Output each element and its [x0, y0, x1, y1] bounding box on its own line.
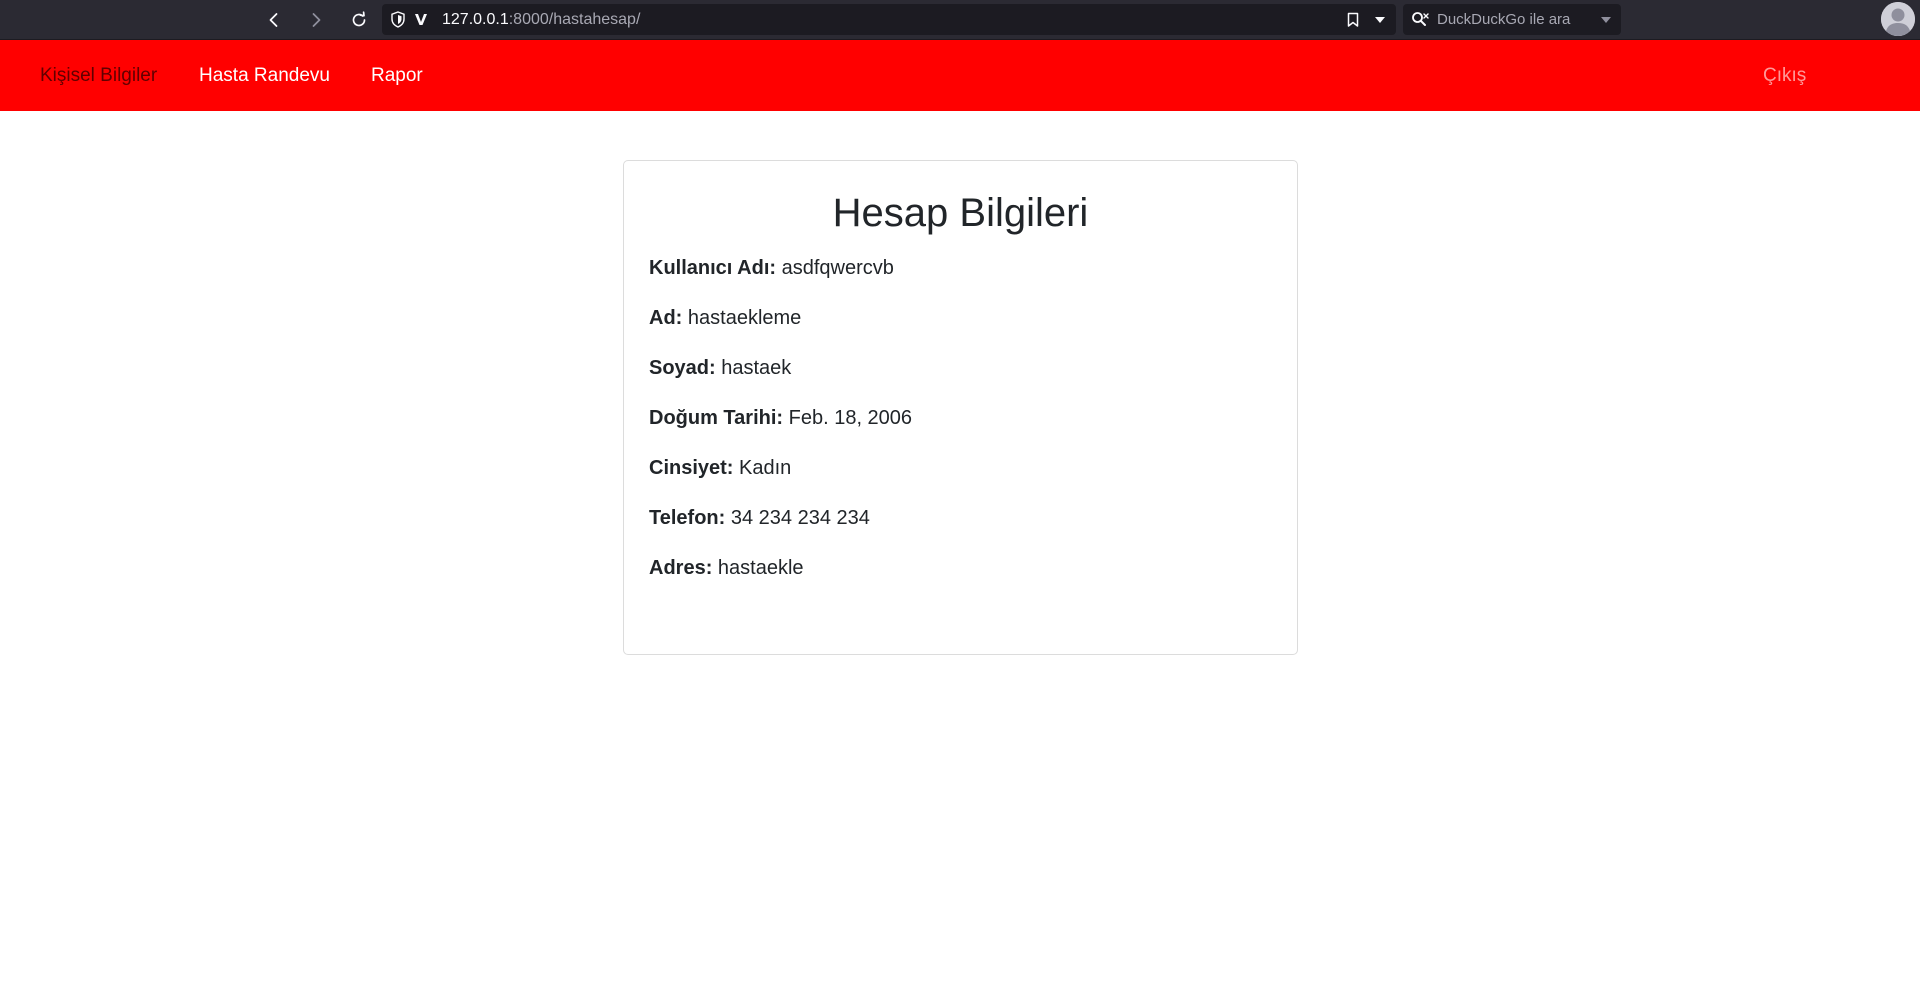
field-label: Ad:: [649, 307, 683, 329]
field-label: Soyad:: [649, 357, 716, 379]
dropdown-arrow-icon[interactable]: [1374, 16, 1386, 24]
field-address: Adres: hastaekle: [649, 555, 804, 581]
url-text[interactable]: 127.0.0.1:8000/hastahesap/: [442, 4, 640, 35]
field-username: Kullanıcı Adı: asdfqwercvb: [649, 255, 894, 281]
field-label: Telefon:: [649, 507, 726, 529]
site-navbar: Kişisel Bilgiler Hasta Randevu Rapor Çık…: [0, 40, 1920, 111]
field-value: hastaekle: [717, 557, 804, 579]
page-title: Hesap Bilgileri: [832, 191, 1089, 235]
account-info-card: Hesap Bilgileri Kullanıcı Adı: asdfqwerc…: [623, 160, 1298, 655]
field-value: Feb. 18, 2006: [788, 407, 913, 429]
url-path: :8000/hastahesap/: [508, 11, 641, 28]
back-arrow-icon: [269, 13, 278, 27]
field-label: Adres:: [649, 557, 713, 579]
field-label: Kullanıcı Adı:: [649, 257, 777, 279]
user-avatar-icon: [1881, 2, 1915, 36]
field-value: hastaekleme: [687, 307, 802, 329]
field-birth-date: Doğum Tarihi: Feb. 18, 2006: [649, 405, 912, 431]
field-value: 34 234 234 234: [730, 507, 870, 529]
shield-icon[interactable]: [390, 11, 406, 28]
address-bar[interactable]: 127.0.0.1:8000/hastahesap/: [382, 4, 1396, 35]
reload-icon: [352, 11, 366, 27]
field-first-name: Ad: hastaekleme: [649, 305, 801, 331]
nav-link-rapor[interactable]: Rapor: [371, 40, 423, 111]
browser-toolbar: 127.0.0.1:8000/hastahesap/ DuckDuckGo il…: [0, 0, 1920, 40]
url-host: 127.0.0.1: [442, 11, 509, 28]
field-value: Kadın: [739, 457, 792, 479]
forward-button[interactable]: [302, 6, 330, 34]
field-gender: Cinsiyet: Kadın: [649, 455, 791, 481]
account-avatar[interactable]: [1881, 2, 1915, 36]
nav-link-hasta-randevu[interactable]: Hasta Randevu: [199, 40, 330, 111]
site-favicon-icon: [415, 14, 427, 25]
forward-arrow-icon: [312, 13, 321, 27]
search-engine-dropdown-icon[interactable]: [1600, 16, 1612, 24]
bookmark-icon[interactable]: [1347, 12, 1359, 28]
search-placeholder: DuckDuckGo ile ara: [1437, 11, 1571, 28]
nav-link-kisisel-bilgiler[interactable]: Kişisel Bilgiler: [40, 40, 157, 111]
search-icon: [1412, 12, 1429, 26]
search-box[interactable]: DuckDuckGo ile ara: [1403, 4, 1621, 35]
field-label: Cinsiyet:: [649, 457, 734, 479]
reload-button[interactable]: [345, 6, 373, 34]
field-value: hastaek: [721, 357, 792, 379]
field-last-name: Soyad: hastaek: [649, 355, 791, 381]
field-value: asdfqwercvb: [781, 257, 894, 279]
back-button[interactable]: [260, 6, 288, 34]
field-phone: Telefon: 34 234 234 234: [649, 505, 870, 531]
logout-link[interactable]: Çıkış: [1763, 40, 1806, 111]
field-label: Doğum Tarihi:: [649, 407, 784, 429]
